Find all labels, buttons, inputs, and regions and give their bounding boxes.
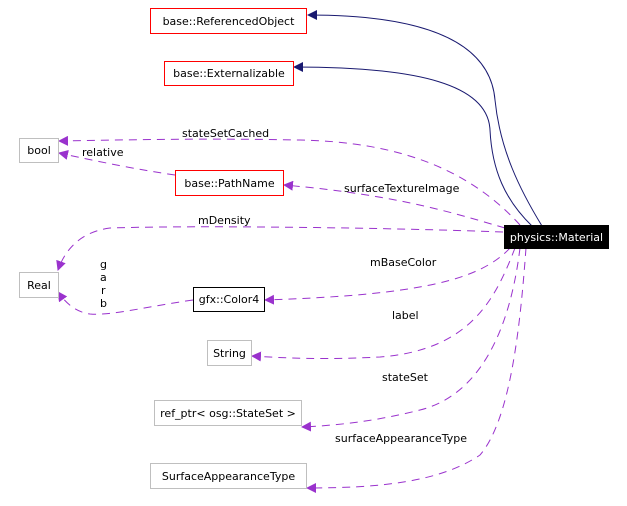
edge-label-mBaseColor: mBaseColor <box>370 256 437 269</box>
node-string: String <box>207 340 252 366</box>
node-externalizable[interactable]: base::Externalizable <box>164 61 294 86</box>
node-real: Real <box>19 272 59 298</box>
node-color4[interactable]: gfx::Color4 <box>193 287 265 312</box>
edge-label-a: a <box>100 271 107 284</box>
edge-surfaceAppearanceType <box>306 247 527 493</box>
node-stateset-ptr: ref_ptr< osg::StateSet > <box>154 400 302 426</box>
node-referenced-object[interactable]: base::ReferencedObject <box>150 8 307 34</box>
node-pathname[interactable]: base::PathName <box>175 170 284 196</box>
edge-label-stateSetCached: stateSetCached <box>182 127 270 140</box>
edge-label-r: r <box>101 284 106 297</box>
diagram-edges <box>56 10 543 493</box>
edge-label-surfaceTextureImage: surfaceTextureImage <box>344 182 460 195</box>
edge-label-stateSet: stateSet <box>382 371 428 384</box>
edge-mDensity <box>56 226 504 271</box>
edge-label-b: b <box>100 297 107 310</box>
edge-label-mDensity: mDensity <box>198 214 251 227</box>
edge-stateSet <box>301 247 521 432</box>
edge-label-relative: relative <box>82 146 124 159</box>
edge-label-surfaceAppearanceType: surfaceAppearanceType <box>335 432 467 445</box>
edge-label-label: label <box>392 309 419 322</box>
node-bool: bool <box>19 138 59 163</box>
node-physics-material: physics::Material <box>504 225 609 249</box>
edge-color4-real <box>57 291 194 315</box>
node-surface-appearance-type: SurfaceAppearanceType <box>150 463 307 489</box>
edge-label-g: g <box>100 258 107 271</box>
collaboration-diagram: base::ReferencedObject base::Externaliza… <box>0 0 627 506</box>
